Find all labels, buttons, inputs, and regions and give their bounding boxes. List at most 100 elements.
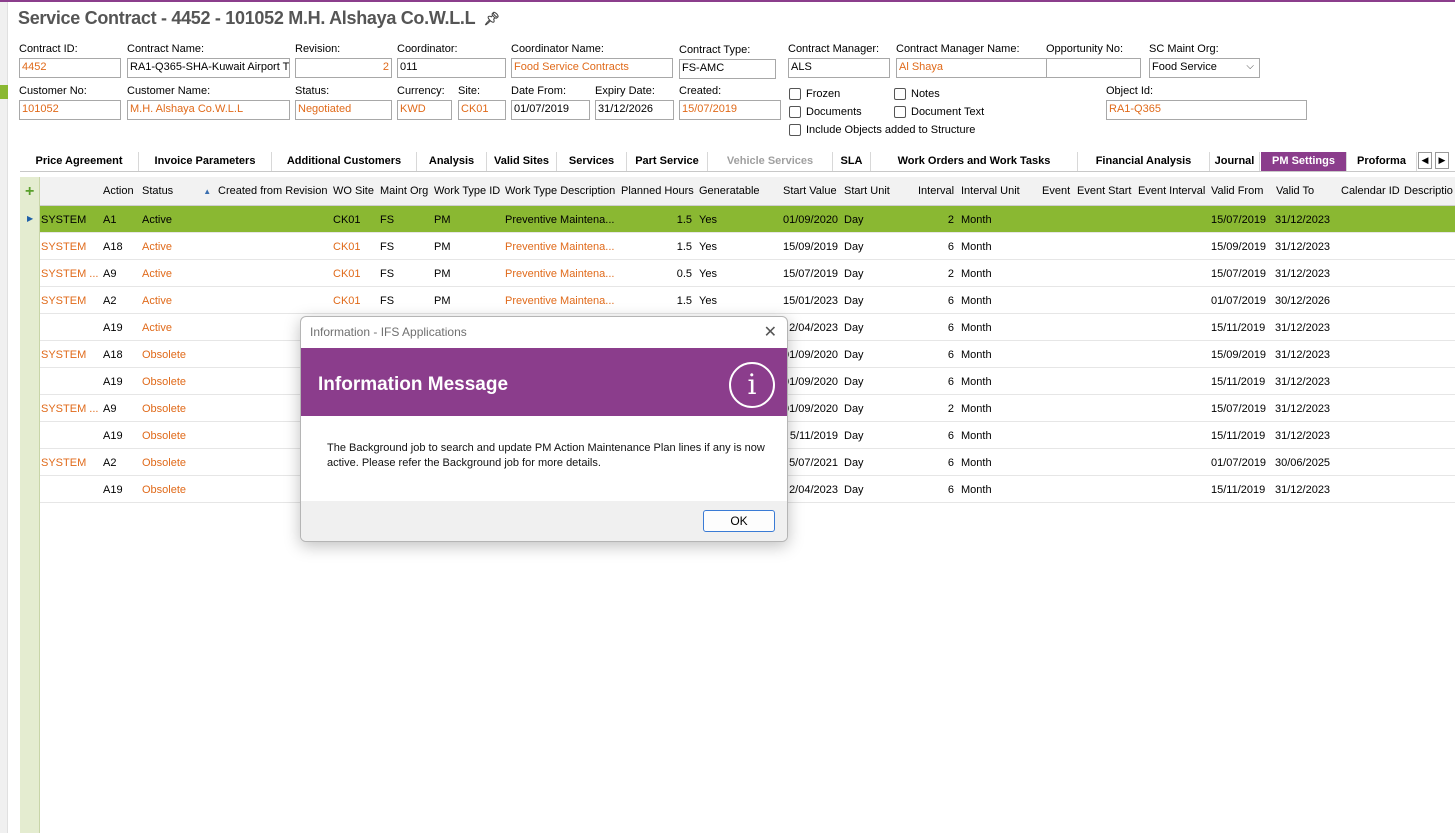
close-icon[interactable]: ✕	[764, 322, 777, 342]
col-action[interactable]: Action	[103, 185, 134, 197]
col-created-from-revision[interactable]: Created from Revision	[218, 185, 327, 197]
cell-from: 15/11/2019	[1211, 322, 1266, 334]
cell-wt-id: PM	[434, 241, 451, 253]
documents-box[interactable]	[789, 106, 801, 118]
cell-iunit: Month	[961, 376, 992, 388]
cell-start: 01/09/2020	[783, 349, 838, 361]
col-generatable[interactable]: Generatable	[699, 185, 760, 197]
customer-no-input[interactable]: 101052	[19, 100, 121, 120]
col-event-interval[interactable]: Event Interval	[1138, 185, 1205, 197]
tab-additional-customers[interactable]: Additional Customers	[272, 152, 417, 171]
col-interval[interactable]: Interval	[918, 185, 954, 197]
coordinator-name-input[interactable]: Food Service Contracts	[511, 58, 673, 78]
col-valid-to[interactable]: Valid To	[1276, 185, 1314, 197]
created-input[interactable]: 15/07/2019	[679, 100, 781, 120]
cell-unit: Day	[844, 268, 864, 280]
revision-input[interactable]: 2	[295, 58, 392, 78]
cell-hours: 1.5	[676, 214, 692, 226]
col-start-unit[interactable]: Start Unit	[844, 185, 890, 197]
date-from-input[interactable]: 01/07/2019	[511, 100, 590, 120]
cell-from: 15/11/2019	[1211, 484, 1266, 496]
frozen-box[interactable]	[789, 88, 801, 100]
site-field: Site: CK01	[458, 85, 506, 120]
document-text-box[interactable]	[894, 106, 906, 118]
object-id-input[interactable]: RA1-Q365	[1106, 100, 1307, 120]
sort-ascending-icon[interactable]: ▲	[203, 187, 211, 196]
table-row[interactable]: SYSTEM ... A9 Active CK01 FS PM Preventive Mai…	[40, 260, 1455, 287]
col-work-type-id[interactable]: Work Type ID	[434, 185, 500, 197]
tab-pm-settings[interactable]: PM Settings	[1261, 152, 1347, 171]
tab-valid-sites[interactable]: Valid Sites	[487, 152, 557, 171]
col-interval-unit[interactable]: Interval Unit	[961, 185, 1020, 197]
tab-price-agreement[interactable]: Price Agreement	[20, 152, 139, 171]
contract-name-input[interactable]: RA1-Q365-SHA-Kuwait Airport T-4	[127, 58, 290, 78]
opportunity-label: Opportunity No:	[1046, 43, 1124, 55]
col-description[interactable]: Descriptio	[1404, 185, 1453, 197]
col-wo-site[interactable]: WO Site	[333, 185, 374, 197]
contract-type-input[interactable]: FS-AMC	[679, 59, 776, 79]
tab-part-service[interactable]: Part Service	[627, 152, 708, 171]
cell-maint-org: FS	[380, 295, 395, 307]
cell-unit: Day	[844, 484, 864, 496]
documents-checkbox[interactable]: Documents	[789, 106, 862, 118]
notes-box[interactable]	[894, 88, 906, 100]
col-maint-org[interactable]: Maint Org	[380, 185, 428, 197]
expiry-date-input[interactable]: 31/12/2026	[595, 100, 674, 120]
customer-name-input[interactable]: M.H. Alshaya Co.W.L.L	[127, 100, 290, 120]
col-start-value[interactable]: Start Value	[783, 185, 837, 197]
opportunity-input[interactable]	[1046, 58, 1141, 78]
row-selector-strip[interactable]: +	[20, 177, 40, 833]
tab-vehicle-services: Vehicle Services	[708, 152, 833, 171]
page-title: Service Contract - 4452 - 101052 M.H. Al…	[18, 8, 500, 29]
tab-scroll-right-icon[interactable]: ▶	[1435, 152, 1449, 169]
tab-services[interactable]: Services	[557, 152, 627, 171]
site-input[interactable]: CK01	[458, 100, 506, 120]
notes-checkbox[interactable]: Notes	[894, 88, 940, 100]
tab-sla[interactable]: SLA	[833, 152, 871, 171]
table-row[interactable]: SYSTEM A1 Active CK01 FS PM Preventive Mainten…	[27, 206, 1455, 233]
tab-work-orders[interactable]: Work Orders and Work Tasks	[871, 152, 1078, 171]
col-event[interactable]: Event	[1042, 185, 1070, 197]
cell-gen: Yes	[699, 241, 717, 253]
cell-action: A19	[103, 484, 123, 496]
add-row-icon[interactable]: +	[25, 183, 34, 201]
sc-maint-org-label: SC Maint Org:	[1149, 43, 1219, 55]
sc-maint-org-select[interactable]: Food Service ⌵	[1149, 58, 1260, 78]
tab-financial-analysis[interactable]: Financial Analysis	[1078, 152, 1210, 171]
currency-input[interactable]: KWD	[397, 100, 452, 120]
pin-icon[interactable]: 📌︎	[483, 11, 500, 27]
cell-interval: 6	[947, 241, 954, 253]
col-calendar-id[interactable]: Calendar ID	[1341, 185, 1400, 197]
col-event-start[interactable]: Event Start	[1077, 185, 1131, 197]
tab-scroll-left-icon[interactable]: ◀	[1418, 152, 1432, 169]
cell-unit: Day	[844, 295, 864, 307]
contract-manager-name-input[interactable]: Al Shaya	[896, 58, 1048, 78]
contract-manager-input[interactable]: ALS	[788, 58, 890, 78]
tab-invoice-parameters[interactable]: Invoice Parameters	[139, 152, 272, 171]
tab-journal[interactable]: Journal	[1210, 152, 1260, 171]
include-objects-box[interactable]	[789, 124, 801, 136]
tab-proforma[interactable]: Proforma	[1347, 152, 1417, 171]
site-label: Site:	[458, 85, 481, 97]
opportunity-field: Opportunity No:	[1046, 43, 1141, 78]
coordinator-input[interactable]: 011	[397, 58, 506, 78]
table-row[interactable]: SYSTEM A18 Active CK01 FS PM Preventive Mainte…	[40, 233, 1455, 260]
frozen-checkbox[interactable]: Frozen	[789, 88, 840, 100]
include-objects-checkbox[interactable]: Include Objects added to Structure	[789, 124, 975, 136]
sc-maint-org-value: Food Service	[1152, 61, 1217, 73]
col-valid-from[interactable]: Valid From	[1211, 185, 1263, 197]
left-nav-strip[interactable]	[0, 2, 8, 833]
col-work-type-description[interactable]: Work Type Description	[505, 185, 615, 197]
tab-bar: Price Agreement Invoice Parameters Addit…	[20, 152, 1455, 172]
table-row[interactable]: SYSTEM A2 Active CK01 FS PM Preventive Mainten…	[40, 287, 1455, 314]
col-status[interactable]: Status ▲	[142, 185, 211, 197]
cell-status: Obsolete	[142, 430, 187, 442]
ok-button[interactable]: OK	[703, 510, 775, 532]
customer-name-field: Customer Name: M.H. Alshaya Co.W.L.L	[127, 85, 290, 120]
contract-id-input[interactable]: 4452	[19, 58, 121, 78]
document-text-checkbox[interactable]: Document Text	[894, 106, 984, 118]
tab-analysis[interactable]: Analysis	[417, 152, 487, 171]
col-planned-hours[interactable]: Planned Hours	[621, 185, 694, 197]
status-input[interactable]: Negotiated	[295, 100, 392, 120]
expiry-date-label: Expiry Date:	[595, 85, 655, 97]
